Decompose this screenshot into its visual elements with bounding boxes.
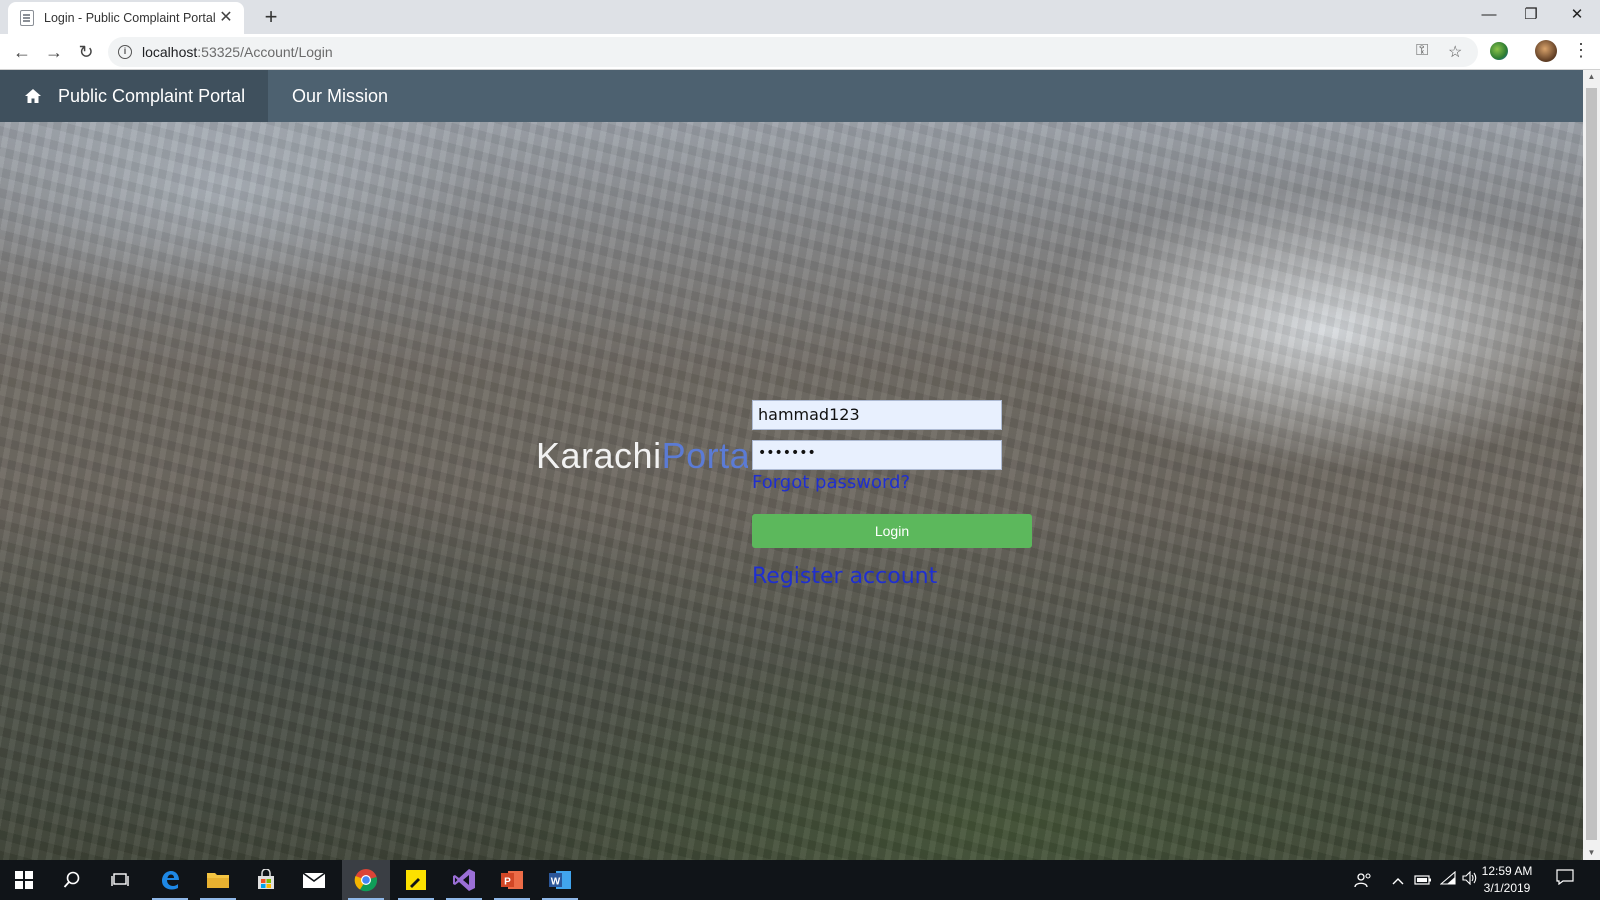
forgot-password-link[interactable]: Forgot password? — [752, 472, 910, 493]
forward-button[interactable]: → — [40, 38, 68, 66]
show-hidden-icons-chevron-icon[interactable] — [1392, 860, 1404, 900]
word-icon[interactable]: W — [536, 860, 584, 900]
extension-icon[interactable] — [1490, 42, 1508, 60]
browser-menu-icon[interactable]: ⋮ — [1572, 39, 1590, 61]
page-viewport: Public Complaint Portal Our Mission Kara… — [0, 70, 1583, 860]
tab-title: Login - Public Complaint Portal — [44, 11, 216, 25]
battery-icon[interactable] — [1414, 860, 1432, 900]
folder-icon — [207, 873, 229, 888]
visual-studio-logo-icon — [453, 869, 475, 891]
shopping-bag-icon — [258, 869, 274, 889]
browser-tab[interactable]: Login - Public Complaint Portal ✕ — [8, 2, 244, 34]
browser-tab-strip: Login - Public Complaint Portal ✕ + — ❐ … — [0, 0, 1600, 34]
chrome-logo-icon — [354, 869, 378, 892]
battery-glyph — [1414, 875, 1431, 885]
url-text: localhost:53325/Account/Login — [142, 44, 333, 60]
scroll-up-arrow-icon[interactable]: ▲ — [1583, 70, 1600, 84]
navbar-brand[interactable]: Public Complaint Portal — [0, 70, 268, 122]
clock-time: 12:59 AM — [1481, 864, 1533, 878]
svg-text:W: W — [551, 877, 561, 888]
new-tab-button[interactable]: + — [258, 4, 284, 30]
clock-date: 3/1/2019 — [1483, 881, 1531, 895]
bookmark-star-icon[interactable]: ☆ — [1448, 42, 1462, 62]
scroll-down-arrow-icon[interactable]: ▼ — [1583, 846, 1600, 860]
envelope-icon — [302, 872, 326, 888]
edge-icon[interactable] — [146, 860, 194, 900]
minimize-button[interactable]: — — [1466, 0, 1512, 30]
chevron-up-icon — [1392, 878, 1404, 885]
wifi-glyph — [1439, 870, 1456, 885]
mail-icon[interactable] — [290, 860, 338, 900]
people-glyph — [1354, 873, 1371, 888]
windows-taskbar: P W 12:59 AM 3/1/2019 — [0, 860, 1600, 900]
logo-main: Karachi — [536, 435, 662, 476]
address-bar[interactable]: i localhost:53325/Account/Login ⚿ ☆ — [108, 37, 1478, 67]
tab-close-icon[interactable]: ✕ — [218, 10, 234, 26]
search-icon[interactable] — [48, 860, 96, 900]
close-window-button[interactable]: ✕ — [1554, 0, 1600, 30]
powerpoint-logo-icon: P — [501, 871, 523, 889]
url-path: :53325/Account/Login — [197, 44, 333, 60]
wifi-icon[interactable] — [1439, 860, 1456, 900]
notification-bubble-icon — [1556, 869, 1574, 886]
logo-accent: Portal — [661, 435, 748, 476]
register-account-link[interactable]: Register account — [752, 564, 937, 589]
powerpoint-icon[interactable]: P — [488, 860, 536, 900]
site-logo: KarachiPortal — [536, 435, 748, 477]
visual-studio-icon[interactable] — [440, 860, 488, 900]
start-icon[interactable] — [0, 860, 48, 900]
task-view-icon[interactable] — [96, 860, 144, 900]
chrome-icon[interactable] — [342, 860, 390, 900]
nav-link-our-mission[interactable]: Our Mission — [292, 70, 388, 122]
svg-text:P: P — [504, 877, 511, 888]
sticky-note-glyph — [406, 870, 426, 890]
username-input[interactable]: hammad123 — [752, 400, 1002, 430]
scrollbar-thumb[interactable] — [1586, 88, 1597, 840]
site-info-icon[interactable]: i — [118, 45, 132, 59]
home-icon — [25, 89, 41, 103]
edge-logo-icon — [162, 871, 179, 890]
taskbar-clock[interactable]: 12:59 AM 3/1/2019 — [1476, 863, 1538, 897]
browser-toolbar: ← → ↻ i localhost:53325/Account/Login ⚿ … — [0, 34, 1600, 70]
word-logo-icon: W — [549, 871, 571, 889]
restore-button[interactable]: ❐ — [1508, 0, 1554, 30]
login-button[interactable]: Login — [752, 514, 1032, 548]
file-explorer-icon[interactable] — [194, 860, 242, 900]
profile-avatar[interactable] — [1535, 40, 1557, 62]
store-icon[interactable] — [242, 860, 290, 900]
windows-logo-icon — [15, 871, 33, 889]
back-button[interactable]: ← — [8, 38, 36, 66]
sticky-notes-icon[interactable] — [392, 860, 440, 900]
reload-button[interactable]: ↻ — [72, 38, 100, 66]
password-input[interactable]: ••••••• — [752, 440, 1002, 470]
document-icon — [20, 10, 34, 26]
site-navbar: Public Complaint Portal Our Mission — [0, 70, 1583, 122]
key-icon[interactable]: ⚿ — [1416, 42, 1428, 60]
page-scrollbar[interactable]: ▲ ▼ — [1583, 70, 1600, 860]
url-host: localhost — [142, 44, 198, 60]
action-center-icon[interactable] — [1556, 860, 1574, 900]
brand-label: Public Complaint Portal — [58, 85, 246, 106]
people-icon[interactable] — [1354, 860, 1372, 900]
magnifier-icon — [63, 871, 80, 888]
task-view-glyph — [111, 873, 129, 886]
